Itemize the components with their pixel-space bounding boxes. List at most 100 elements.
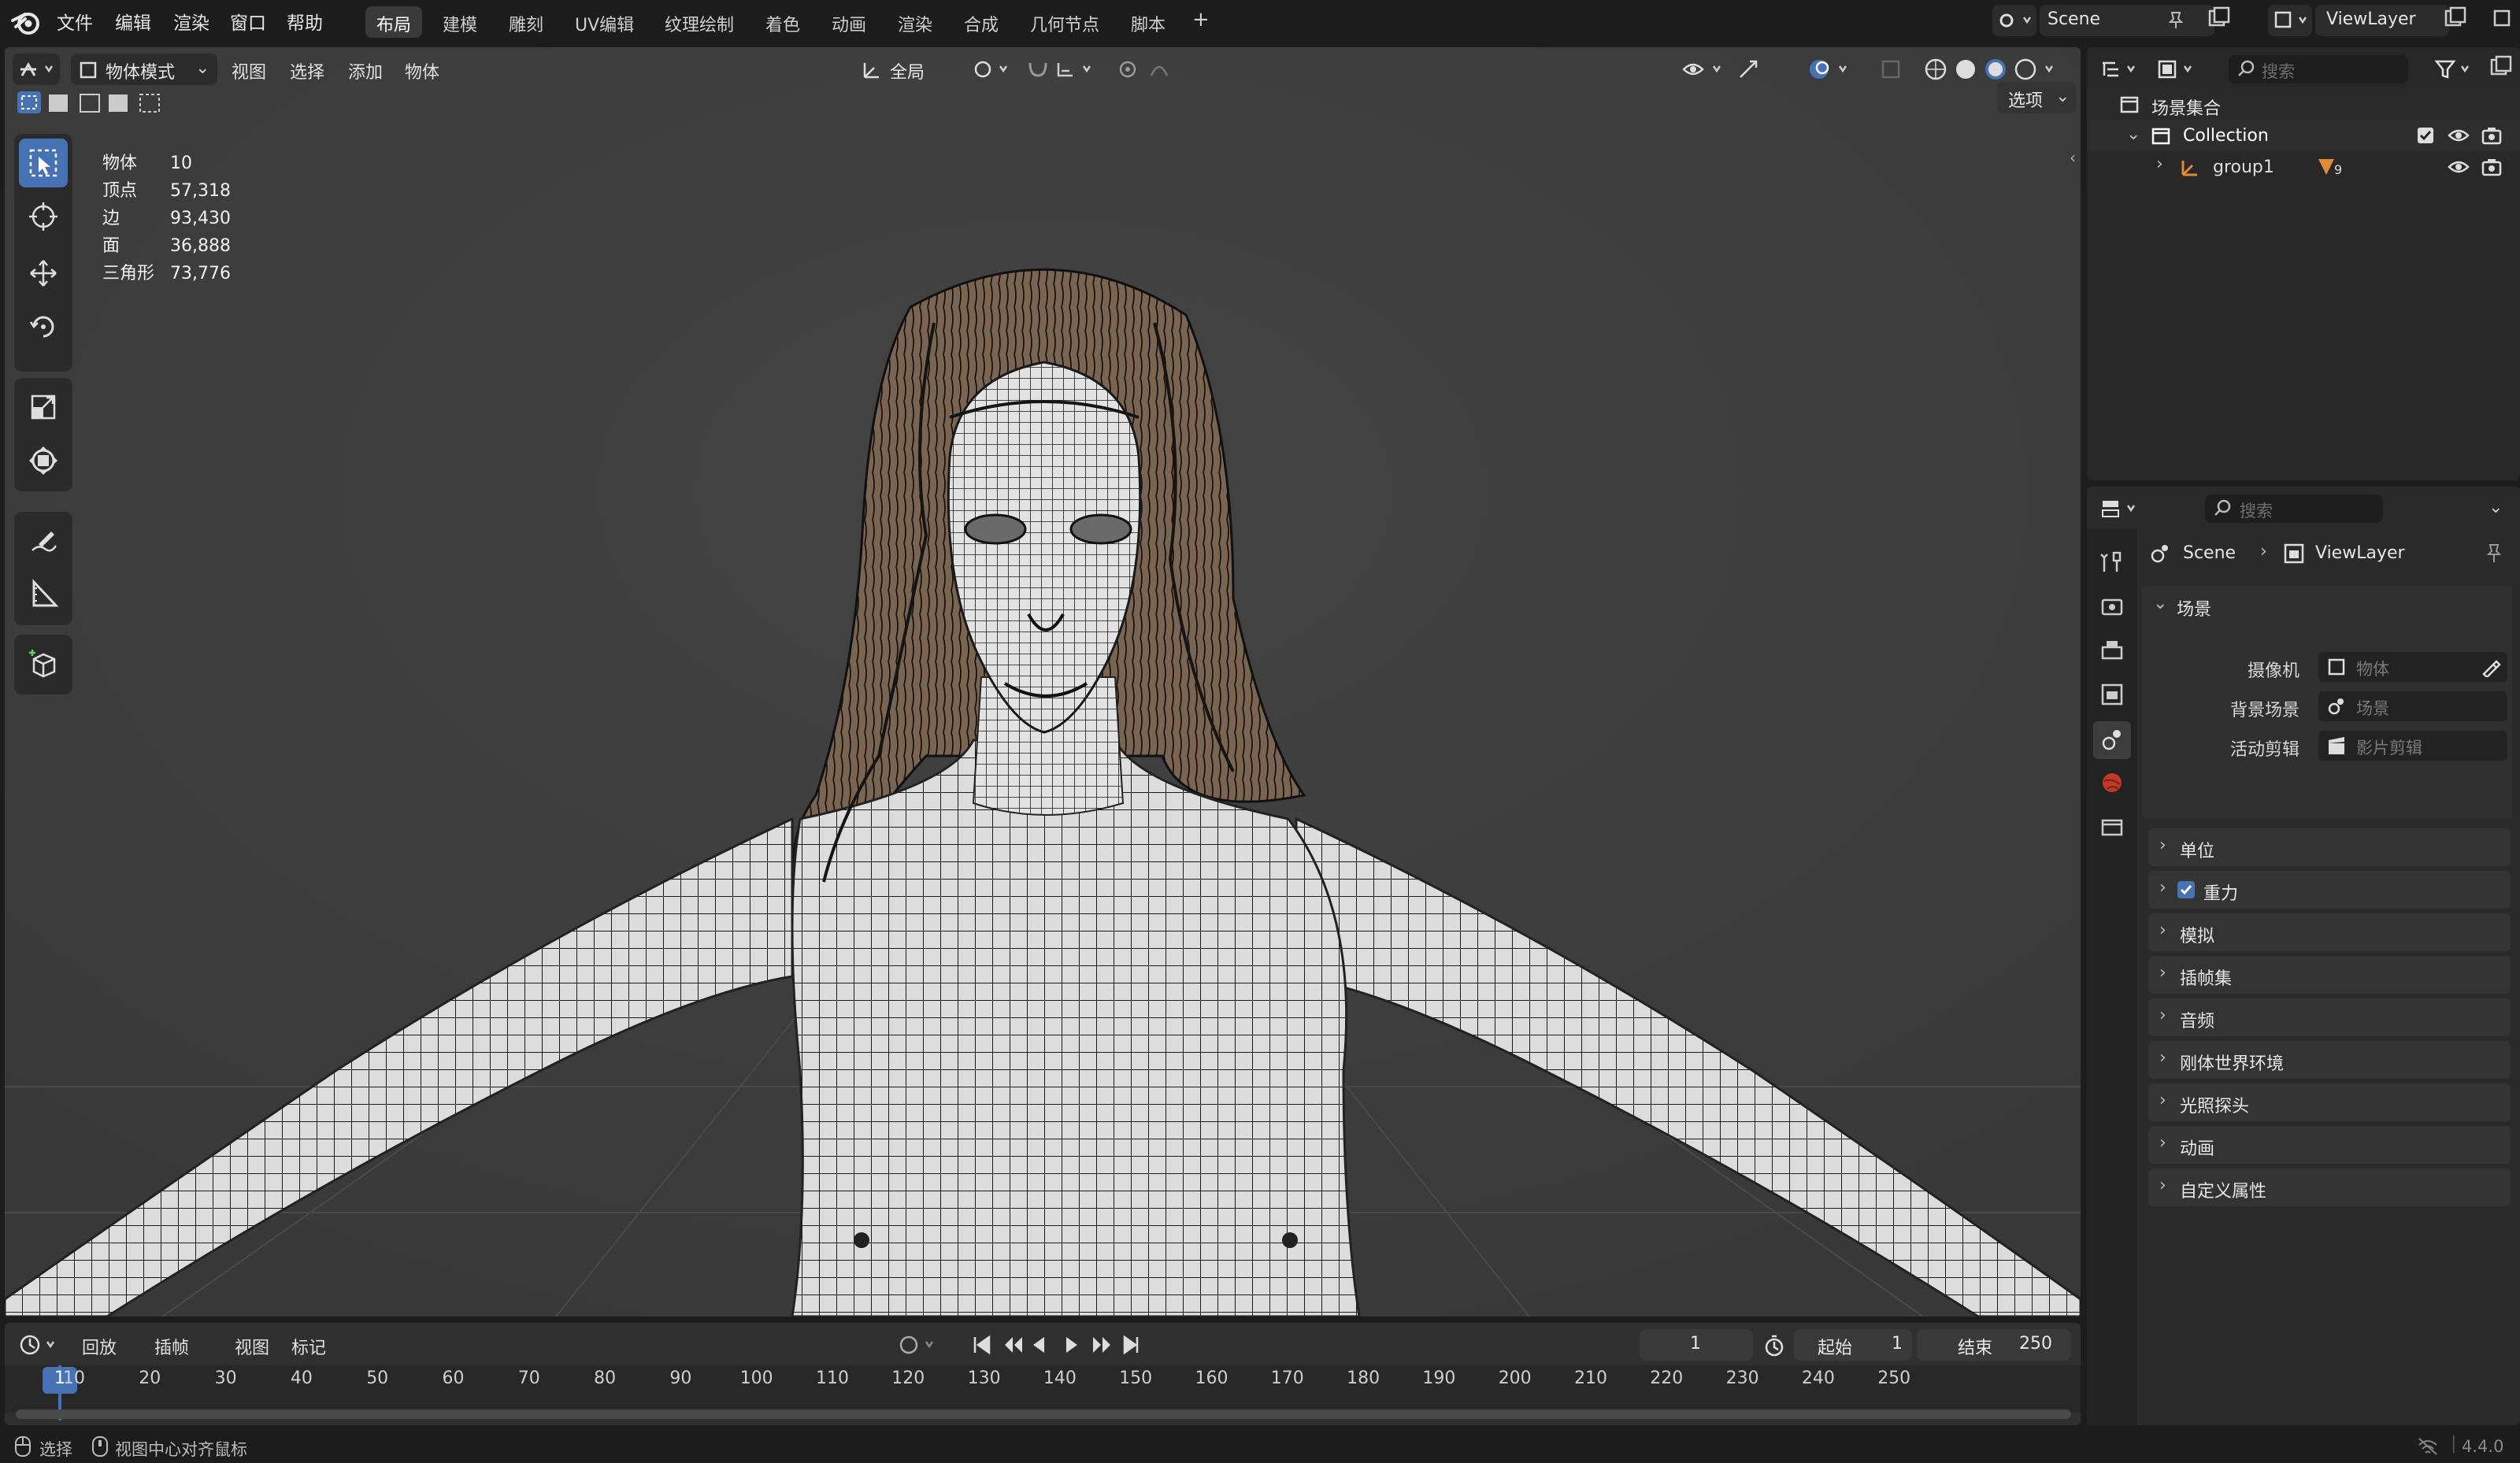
cursor-tool[interactable] [19,192,68,241]
tool-tab-icon[interactable] [2099,550,2125,575]
move-tool[interactable] [19,249,68,298]
tab-modeling[interactable]: 建模 [432,6,488,38]
pin-icon[interactable] [2482,542,2504,564]
scene-browse-button[interactable] [1992,5,2036,36]
timeline-editor-type-button[interactable] [16,1329,63,1361]
sidebar-toggle-arrow-icon[interactable]: ‹ [2070,148,2076,167]
tab-animation[interactable]: 动画 [821,6,877,38]
blender-logo-icon[interactable] [11,8,43,36]
auto-keying-toggle[interactable] [895,1331,942,1359]
start-frame-field[interactable]: 起始 1 [1794,1329,1912,1361]
active-clip-field[interactable]: 影片剪辑 [2318,731,2507,761]
chevron-down-icon[interactable]: ⌄ [2488,498,2503,517]
transform-tool[interactable] [19,436,68,485]
camera-render-icon[interactable] [2481,124,2503,146]
new-scene-icon[interactable] [2205,5,2236,36]
3d-viewport[interactable]: 物体模式 ⌄ 视图 选择 添加 物体 全局 选项 ⌄ 物体 10 顶点 57,3… [5,47,2081,1317]
tab-compositing[interactable]: 合成 [953,6,1010,38]
timeline-scrollbar[interactable] [16,1409,2071,1419]
chevron-down-icon[interactable]: ⌄ [2153,594,2167,613]
tab-shading[interactable]: 着色 [754,6,811,38]
outliner-row-scene-collection[interactable]: 场景集合 [2087,88,2520,120]
exclude-checkbox-icon[interactable] [2416,126,2435,145]
outliner-row-collection[interactable]: ⌄ Collection [2087,120,2520,151]
panel-audio[interactable]: › 音频 [2148,998,2511,1036]
viewport-menu-object[interactable]: 物体 [405,58,439,83]
proportional-edit-toggle[interactable] [1112,54,1199,85]
panel-units[interactable]: › 单位 [2148,828,2511,866]
playback-controls[interactable] [967,1329,1161,1361]
snap-toggle[interactable] [1022,54,1101,85]
scene-name-field[interactable]: Scene [2040,5,2214,36]
mode-dropdown[interactable]: 物体模式 ⌄ [71,54,217,85]
tab-rendering[interactable]: 渲染 [887,6,943,38]
camera-render-icon[interactable] [2481,156,2503,178]
menu-edit[interactable]: 编辑 [115,8,151,35]
eye-icon[interactable] [2448,157,2470,176]
new-viewlayer-icon[interactable] [2441,5,2473,36]
chevron-down-icon[interactable]: ⌄ [2126,124,2140,144]
output-tab-icon[interactable] [2099,638,2125,663]
stopwatch-icon[interactable] [1762,1334,1786,1357]
panel-gravity[interactable]: › 重力 [2148,871,2511,909]
viewlayer-name-field[interactable]: ViewLayer [2315,5,2449,36]
chevron-right-icon[interactable]: › [2156,154,2163,174]
pivot-dropdown[interactable] [967,54,1014,85]
gravity-checkbox[interactable] [2177,880,2196,899]
current-frame-field[interactable]: 1 [1640,1329,1753,1361]
overlay-toggle[interactable] [1805,54,1855,85]
tab-uv-editing[interactable]: UV编辑 [564,6,645,38]
properties-search-input[interactable]: 搜索 [2205,494,2383,523]
pin-icon[interactable] [2166,9,2186,30]
select-box-tool[interactable] [19,139,68,187]
viewlayer-browse-button[interactable] [2268,5,2312,36]
shading-mode-buttons[interactable] [1920,54,2062,85]
visibility-dropdown[interactable] [1679,54,1729,85]
panel-simulation[interactable]: › 模拟 [2148,913,2511,951]
annotate-tool[interactable] [19,517,68,565]
timeline-menu-view[interactable]: 视图 [235,1334,269,1359]
tab-texture-paint[interactable]: 纹理绘制 [654,6,745,38]
eyedropper-icon[interactable] [2481,657,2501,677]
add-cube-tool[interactable] [19,639,68,688]
render-tab-icon[interactable] [2099,594,2125,619]
remove-viewlayer-icon[interactable] [2488,5,2520,36]
properties-editor-type-button[interactable] [2096,493,2144,524]
timeline-menu-keying[interactable]: 插帧 [154,1334,189,1359]
viewport-menu-select[interactable]: 选择 [290,58,324,83]
tab-sculpting[interactable]: 雕刻 [498,6,554,38]
filter-icon[interactable] [2430,54,2477,85]
display-mode-button[interactable] [2153,54,2200,85]
panel-keying-sets[interactable]: › 插帧集 [2148,956,2511,994]
menu-file[interactable]: 文件 [57,8,93,35]
viewport-menu-view[interactable]: 视图 [232,58,266,83]
view-layer-tab-icon[interactable] [2099,682,2125,707]
menu-window[interactable]: 窗口 [230,8,266,35]
new-collection-icon[interactable] [2487,54,2518,85]
panel-rigid-body-world[interactable]: › 刚体世界环境 [2148,1041,2511,1079]
timeline-menu-marker[interactable]: 标记 [291,1334,326,1359]
rotate-tool[interactable] [19,302,68,351]
collection-tab-icon[interactable] [2099,814,2125,839]
background-scene-field[interactable]: 场景 [2318,691,2507,721]
tab-scripting[interactable]: 脚本 [1120,6,1177,38]
outliner-search-input[interactable]: 搜索 [2229,55,2408,83]
eye-icon[interactable] [2448,126,2470,145]
scene-tab-icon[interactable] [2093,721,2131,759]
options-dropdown[interactable]: 选项 ⌄ [1997,82,2076,113]
scale-tool[interactable] [19,383,68,431]
transform-orientation-dropdown[interactable]: 全局 [855,54,958,85]
tab-layout[interactable]: 布局 [365,6,423,38]
measure-tool[interactable] [19,570,68,619]
timeline-menu-playback[interactable]: 回放 [82,1334,117,1359]
menu-help[interactable]: 帮助 [287,8,323,35]
panel-animation[interactable]: › 动画 [2148,1126,2511,1164]
camera-field[interactable]: 物体 [2318,652,2507,682]
editor-type-button[interactable] [13,54,60,85]
menu-render[interactable]: 渲染 [173,8,209,35]
xray-toggle[interactable] [1879,54,1903,85]
panel-custom-properties[interactable]: › 自定义属性 [2148,1169,2511,1206]
end-frame-field[interactable]: 结束 250 [1917,1329,2071,1361]
viewport-menu-add[interactable]: 添加 [348,58,383,83]
outliner-row-group1[interactable]: › group1 9 [2087,151,2520,183]
